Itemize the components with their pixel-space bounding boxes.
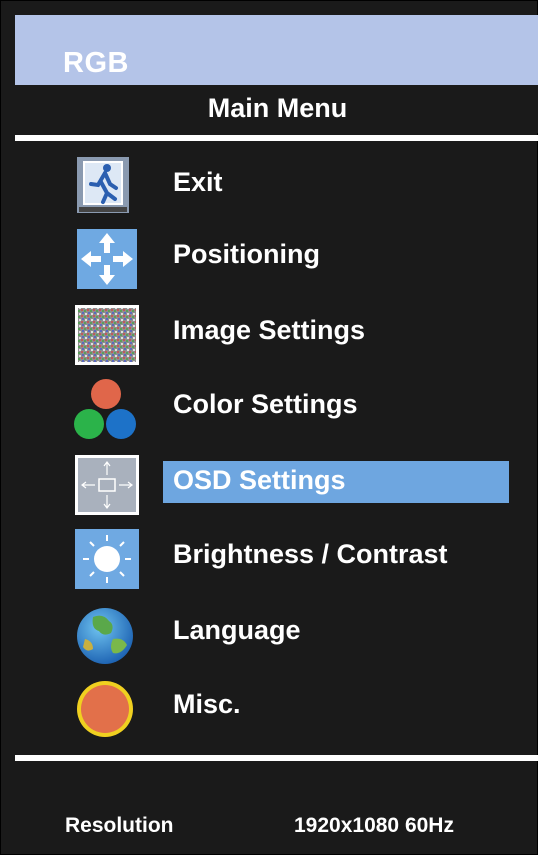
menu-item-label: Brightness / Contrast xyxy=(173,539,448,569)
osd-main-menu: RGB Main Menu Exit Positioning Image Set… xyxy=(0,0,540,855)
exit-icon xyxy=(63,155,139,219)
menu-item-language[interactable]: Language xyxy=(15,603,540,673)
menu-item-label-selected: OSD Settings xyxy=(163,461,509,503)
image-settings-icon xyxy=(63,303,139,367)
resolution-value: 1920x1080 60Hz xyxy=(294,814,454,837)
misc-icon xyxy=(63,677,139,741)
menu-item-label: Misc. xyxy=(173,689,241,719)
resolution-label: Resolution xyxy=(65,814,174,837)
menu-list: Exit Positioning Image Settings Color Se… xyxy=(15,151,540,751)
status-divider xyxy=(15,755,540,761)
positioning-icon xyxy=(63,227,139,291)
title-divider xyxy=(15,135,540,141)
globe-icon xyxy=(63,603,139,667)
menu-item-exit[interactable]: Exit xyxy=(15,155,540,225)
menu-item-brightness-contrast[interactable]: Brightness / Contrast xyxy=(15,527,540,597)
menu-title: Main Menu xyxy=(15,85,540,133)
menu-item-label: Image Settings xyxy=(173,315,366,345)
menu-item-label: Language xyxy=(173,615,301,645)
brightness-icon xyxy=(63,527,139,591)
menu-item-label: Color Settings xyxy=(173,389,358,419)
menu-item-misc[interactable]: Misc. xyxy=(15,677,540,747)
menu-item-label: Exit xyxy=(173,167,223,197)
osd-settings-icon xyxy=(63,453,139,517)
menu-item-positioning[interactable]: Positioning xyxy=(15,227,540,297)
menu-item-color-settings[interactable]: Color Settings xyxy=(15,377,540,447)
menu-item-osd-settings[interactable]: OSD Settings xyxy=(15,453,540,523)
color-settings-icon xyxy=(63,377,139,441)
menu-item-image-settings[interactable]: Image Settings xyxy=(15,303,540,373)
input-source-label: RGB xyxy=(63,47,129,79)
menu-item-label: Positioning xyxy=(173,239,320,269)
